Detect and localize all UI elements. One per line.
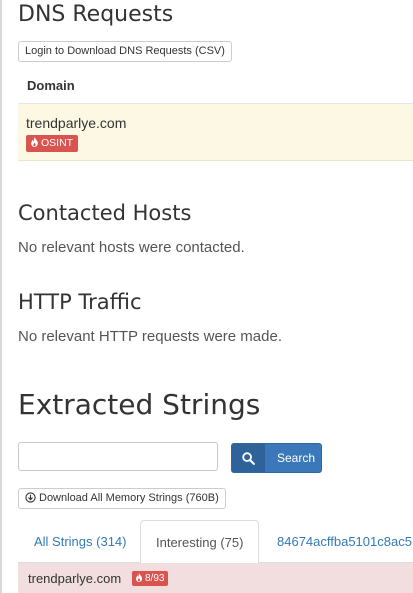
strings-search-input[interactable] [18,442,218,471]
download-dns-csv-button[interactable]: Login to Download DNS Requests (CSV) [18,41,232,62]
download-memory-strings-button[interactable]: Download All Memory Strings (760B) [18,488,226,509]
tab-all-strings[interactable]: All Strings (314) [34,520,126,563]
left-border [0,0,2,593]
search-button[interactable]: Search [231,443,322,473]
string-row: trendparlye.com 8/93 [18,563,413,593]
string-value: trendparlye.com [28,571,122,586]
osint-badge[interactable]: OSINT [26,135,79,152]
domain-column-header: Domain [27,78,75,93]
contacted-hosts-title: Contacted Hosts [18,201,192,225]
contacted-hosts-message: No relevant hosts were contacted. [18,239,245,256]
http-traffic-title: HTTP Traffic [18,290,142,314]
search-icon [242,452,255,465]
fire-icon [31,137,38,147]
detection-count-label: 8/93 [145,573,165,584]
search-button-label: Search [277,451,316,465]
fire-icon [136,573,142,582]
dns-requests-title: DNS Requests [18,2,174,27]
dns-table-row: trendparlye.com OSINT [18,104,413,161]
search-icon-area [232,444,265,472]
domain-name: trendparlye.com [26,115,127,131]
tab-file-hash[interactable]: 84674acffba5101c8ac51 [277,520,413,563]
tab-interesting[interactable]: Interesting (75) [140,520,260,564]
http-traffic-message: No relevant HTTP requests were made. [18,328,283,345]
osint-badge-label: OSINT [41,137,74,149]
detection-count-badge[interactable]: 8/93 [132,571,169,586]
download-circle-icon [25,491,36,503]
download-memory-strings-label: Download All Memory Strings (760B) [39,492,219,504]
strings-tabs: All Strings (314) Interesting (75) 84674… [18,520,413,564]
dns-table-header: Domain [18,70,413,104]
extracted-strings-title: Extracted Strings [18,388,261,421]
